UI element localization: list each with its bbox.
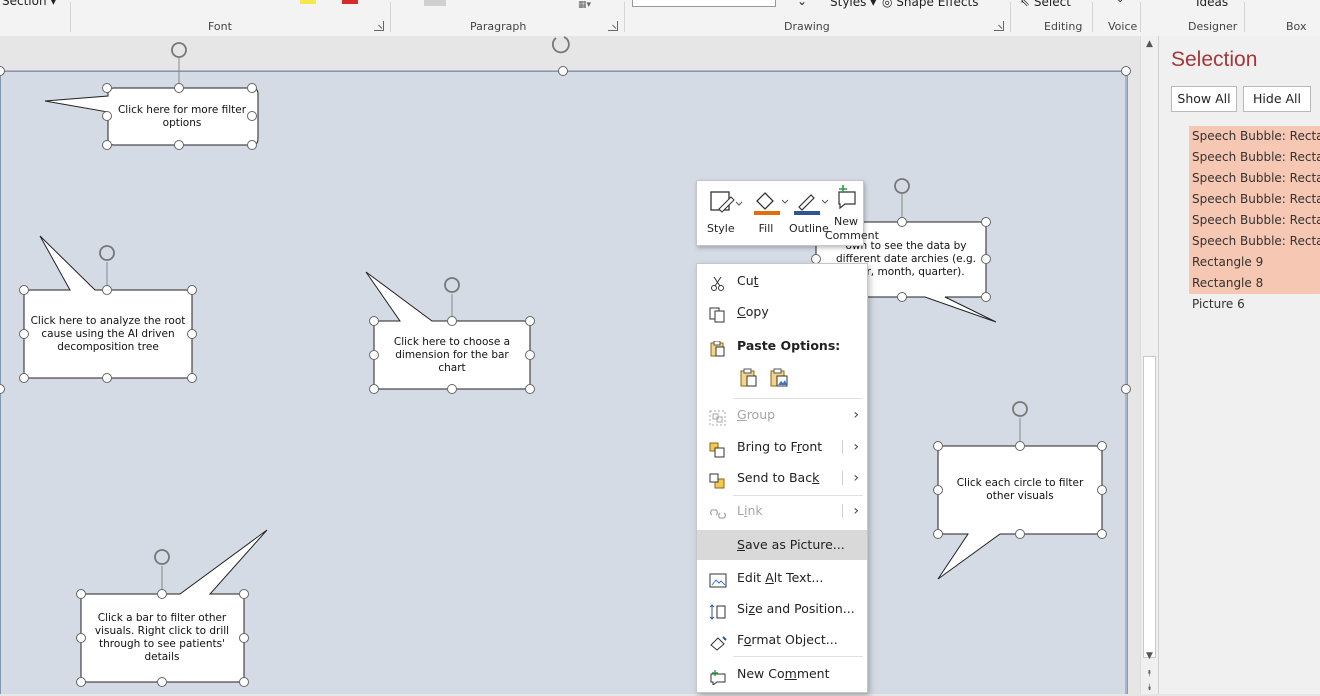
paragraph-dialog-launcher-icon[interactable] xyxy=(608,21,618,31)
editing-group-label: Editing xyxy=(1044,20,1083,33)
smartart-icon[interactable]: ▦▾ xyxy=(578,0,598,10)
size-position-icon xyxy=(709,601,727,620)
design-ideas-button[interactable]: Ideas xyxy=(1196,0,1228,9)
paint-bucket-icon xyxy=(754,192,789,215)
send-to-back-icon xyxy=(709,470,727,489)
font-group-label: Font xyxy=(208,20,232,33)
select-button[interactable]: ⇖ Select xyxy=(1020,0,1071,9)
copy-icon xyxy=(709,304,727,323)
section-button[interactable]: Section ▾ xyxy=(2,0,56,8)
dictate-dropdown-icon[interactable]: ⌄ xyxy=(1116,0,1124,5)
paragraph-shading-icon[interactable] xyxy=(424,0,446,6)
menu-group: Group › xyxy=(697,400,867,430)
hide-all-button[interactable]: Hide All xyxy=(1243,86,1311,112)
scrollbar-thumb[interactable] xyxy=(1143,356,1156,658)
pane-title: Selection xyxy=(1171,48,1258,71)
previous-slide-icon[interactable]: ⯭ xyxy=(1143,668,1156,680)
font-color-icon[interactable] xyxy=(342,0,358,4)
selection-pane-item[interactable]: Speech Bubble: Rectangle xyxy=(1189,210,1320,231)
selection-pane-item[interactable]: Speech Bubble: Rectangle xyxy=(1189,126,1320,147)
ribbon-separator xyxy=(1140,2,1141,32)
selection-pane-item[interactable]: Speech Bubble: Rectangle xyxy=(1189,231,1320,252)
menu-separator xyxy=(733,656,863,657)
bubble-text: Click here to choose a dimension for the… xyxy=(393,335,511,374)
shape-fill-button[interactable]: Fill xyxy=(749,187,789,237)
ribbon-separator xyxy=(624,2,625,32)
selection-pane: Selection Show All Hide All Speech Bubbl… xyxy=(1158,36,1320,694)
new-comment-mini-button[interactable]: New Comment xyxy=(825,181,879,245)
font-dialog-launcher-icon[interactable] xyxy=(374,21,384,31)
pen-outline-icon xyxy=(794,194,829,215)
quick-styles-button[interactable]: Styles ▾ xyxy=(830,0,876,9)
designer-group-label: Designer xyxy=(1188,20,1238,33)
bubble-text: Click here for more filter options xyxy=(117,104,247,129)
menu-split-separator xyxy=(842,471,843,485)
shapes-gallery[interactable] xyxy=(632,0,776,7)
shape-outline-button[interactable]: Outline xyxy=(789,187,829,237)
alt-text-icon xyxy=(709,570,727,588)
shape-style-icon xyxy=(710,191,743,213)
shape-style-button[interactable]: Style xyxy=(707,187,747,237)
shape-effects-button[interactable]: ◎ Shape Effects xyxy=(882,0,978,9)
paste-keep-formatting-icon[interactable] xyxy=(739,368,759,388)
scroll-up-icon[interactable]: ▲ xyxy=(1143,38,1156,50)
selection-pane-item[interactable]: Rectangle 9 xyxy=(1189,252,1320,273)
vertical-scrollbar[interactable]: ▲ ▼ ⯭ ⯯ xyxy=(1140,36,1158,694)
ribbon: Section ▾ Font ▦▾ Paragraph ⌄ Styles ▾ ◎… xyxy=(0,0,1320,37)
chevron-right-icon: › xyxy=(853,407,859,423)
new-comment-icon xyxy=(709,666,727,686)
format-object-icon xyxy=(709,632,727,651)
ribbon-separator xyxy=(1010,2,1011,32)
slide-canvas: Click here for more filter options Click… xyxy=(0,36,1140,694)
selection-pane-item[interactable]: Rectangle 8 xyxy=(1189,273,1320,294)
selection-pane-item[interactable]: Speech Bubble: Rectangle xyxy=(1189,147,1320,168)
new-comment-icon xyxy=(838,185,856,210)
ribbon-separator xyxy=(390,2,391,32)
box-group-label: Box xyxy=(1286,20,1307,33)
menu-format-object[interactable]: Format Object... xyxy=(697,625,867,655)
selection-pane-item[interactable]: Picture 6 xyxy=(1189,294,1320,315)
bubble-text: Click here to analyze the root cause usi… xyxy=(30,314,186,353)
chevron-right-icon: › xyxy=(853,503,859,519)
ribbon-separator xyxy=(1244,2,1245,32)
context-menu: Cut Copy Paste Options: Group › Bring to… xyxy=(696,263,868,693)
bubble-text: Click a bar to filter other visuals. Rig… xyxy=(94,612,230,663)
ribbon-separator xyxy=(70,2,71,32)
menu-separator xyxy=(733,398,863,399)
arrange-dropdown-icon[interactable]: ⌄ xyxy=(797,0,807,8)
menu-cut[interactable]: Cut xyxy=(697,266,867,296)
menu-new-comment[interactable]: New Comment xyxy=(697,659,867,689)
mini-toolbar: Style Fill Outline New Comment xyxy=(696,180,879,246)
drawing-dialog-launcher-icon[interactable] xyxy=(994,21,1004,31)
bring-to-front-icon xyxy=(709,439,727,458)
paste-as-picture-icon[interactable] xyxy=(769,368,789,388)
menu-send-to-back[interactable]: Send to Back › xyxy=(697,463,867,493)
scroll-down-icon[interactable]: ▼ xyxy=(1143,650,1156,662)
menu-link: Link › xyxy=(697,496,867,526)
ribbon-separator xyxy=(1092,2,1093,32)
voice-group-label: Voice xyxy=(1108,20,1138,33)
selection-pane-item[interactable]: Speech Bubble: Rectangle xyxy=(1189,168,1320,189)
paragraph-group-label: Paragraph xyxy=(470,20,527,33)
selection-pane-item[interactable]: Speech Bubble: Rectangle xyxy=(1189,189,1320,210)
scissors-icon xyxy=(709,273,727,291)
drawing-group-label: Drawing xyxy=(784,20,830,33)
menu-bring-to-front[interactable]: Bring to Front › xyxy=(697,432,867,462)
menu-split-separator xyxy=(842,504,843,518)
chevron-right-icon[interactable]: › xyxy=(853,463,859,493)
menu-copy[interactable]: Copy xyxy=(697,297,867,327)
menu-split-separator xyxy=(842,440,843,454)
menu-paste-options-heading: Paste Options: xyxy=(697,331,867,361)
clipboard-icon xyxy=(709,338,727,357)
chevron-right-icon[interactable]: › xyxy=(853,432,859,462)
highlight-color-icon[interactable] xyxy=(300,0,316,4)
link-icon xyxy=(709,503,727,519)
group-icon xyxy=(709,407,727,426)
show-all-button[interactable]: Show All xyxy=(1171,86,1237,112)
menu-save-as-picture[interactable]: Save as Picture... xyxy=(697,530,867,560)
bubble-text: Click each circle to filter other visual… xyxy=(956,477,1084,502)
menu-edit-alt-text[interactable]: Edit Alt Text... xyxy=(697,563,867,593)
next-slide-icon[interactable]: ⯯ xyxy=(1143,682,1156,694)
menu-size-and-position[interactable]: Size and Position... xyxy=(697,594,867,624)
